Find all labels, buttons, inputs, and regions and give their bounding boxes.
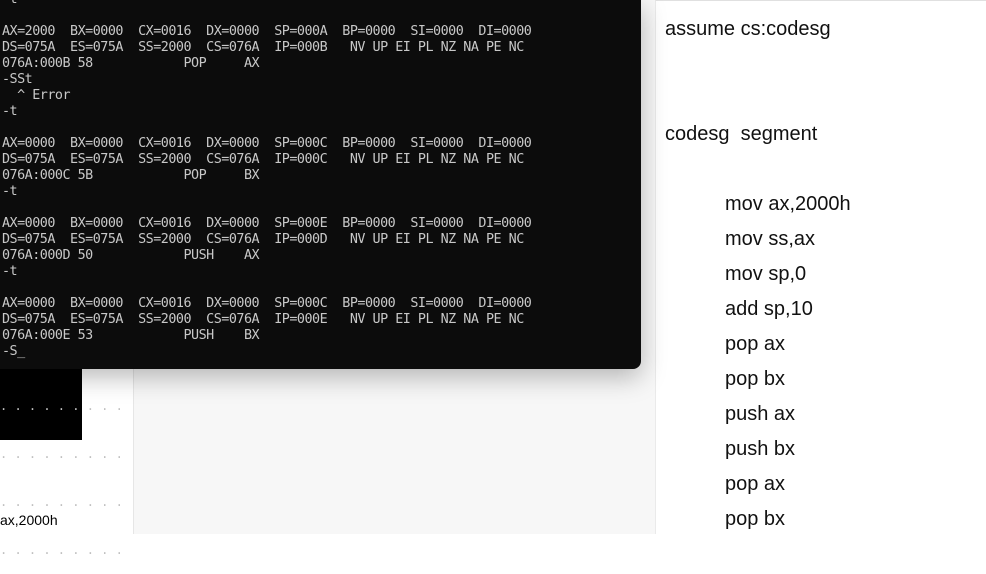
dots-row: . . . . . . . . .	[0, 495, 123, 509]
console-line: -t	[2, 104, 18, 119]
editor-line-segment: codesg segment	[665, 123, 818, 145]
console-line: -t	[2, 264, 18, 279]
console-line: 076A:000E 53 PUSH BX	[2, 328, 260, 343]
editor-code-line: pop bx	[725, 368, 786, 390]
console-line: DS=075A ES=075A SS=2000 CS=076A IP=000D …	[2, 232, 524, 247]
editor-code-line: add sp,10	[725, 298, 813, 320]
editor-code-line: pop ax	[725, 333, 786, 355]
console-line: AX=0000 BX=0000 CX=0016 DX=0000 SP=000C …	[2, 296, 532, 311]
editor-code-line: push ax	[725, 403, 796, 425]
editor-code-line: mov ss,ax	[725, 228, 816, 250]
console-cursor: _	[17, 344, 25, 359]
console-line: DS=075A ES=075A SS=2000 CS=076A IP=000E …	[2, 312, 524, 327]
console-line: AX=2000 BX=0000 CX=0016 DX=0000 SP=000A …	[2, 24, 532, 39]
editor-code-line: mov ax,2000h	[725, 193, 851, 215]
console-line: DS=075A ES=075A SS=2000 CS=076A IP=000B …	[2, 40, 524, 55]
code-editor-panel[interactable]: assume cs:codesg codesg segment mov ax,2…	[655, 0, 986, 534]
console-line: -t	[2, 184, 18, 199]
console-prompt-line[interactable]: -S	[2, 344, 18, 359]
console-line: DS=075A ES=075A SS=2000 CS=076A IP=000C …	[2, 152, 524, 167]
editor-code-line: push bx	[725, 438, 796, 460]
console-line: -SSt	[2, 72, 33, 87]
console-line: -t	[2, 0, 18, 7]
console-line: 076A:000C 5B POP BX	[2, 168, 260, 183]
background-code-fragment: ax,2000h	[0, 512, 58, 528]
background-dos-dots: . . . . . . . . . . . . . . . . . . . . …	[0, 360, 123, 557]
console-line: AX=0000 BX=0000 CX=0016 DX=0000 SP=000C …	[2, 136, 532, 151]
console-line: AX=0000 BX=0000 CX=0016 DX=0000 SP=000E …	[2, 216, 532, 231]
console-line: 076A:000B 58 POP AX	[2, 56, 260, 71]
dosbox-console-window[interactable]: -t AX=2000 BX=0000 CX=0016 DX=0000 SP=00…	[0, 0, 641, 369]
editor-code-line: mov sp,0	[725, 263, 807, 285]
dots-row: . . . . . . . . .	[0, 543, 123, 557]
console-output[interactable]: -t AX=2000 BX=0000 CX=0016 DX=0000 SP=00…	[0, 0, 532, 360]
console-line: 076A:000D 50 PUSH AX	[2, 248, 260, 263]
editor-code-line: pop ax	[725, 473, 786, 495]
dots-row: . . . . . . . . .	[0, 399, 123, 413]
editor-code-line: pop bx	[725, 508, 786, 530]
editor-line-assume: assume cs:codesg	[665, 18, 831, 40]
dots-row: . . . . . . . . .	[0, 447, 123, 461]
console-line: ^ Error	[2, 88, 71, 103]
